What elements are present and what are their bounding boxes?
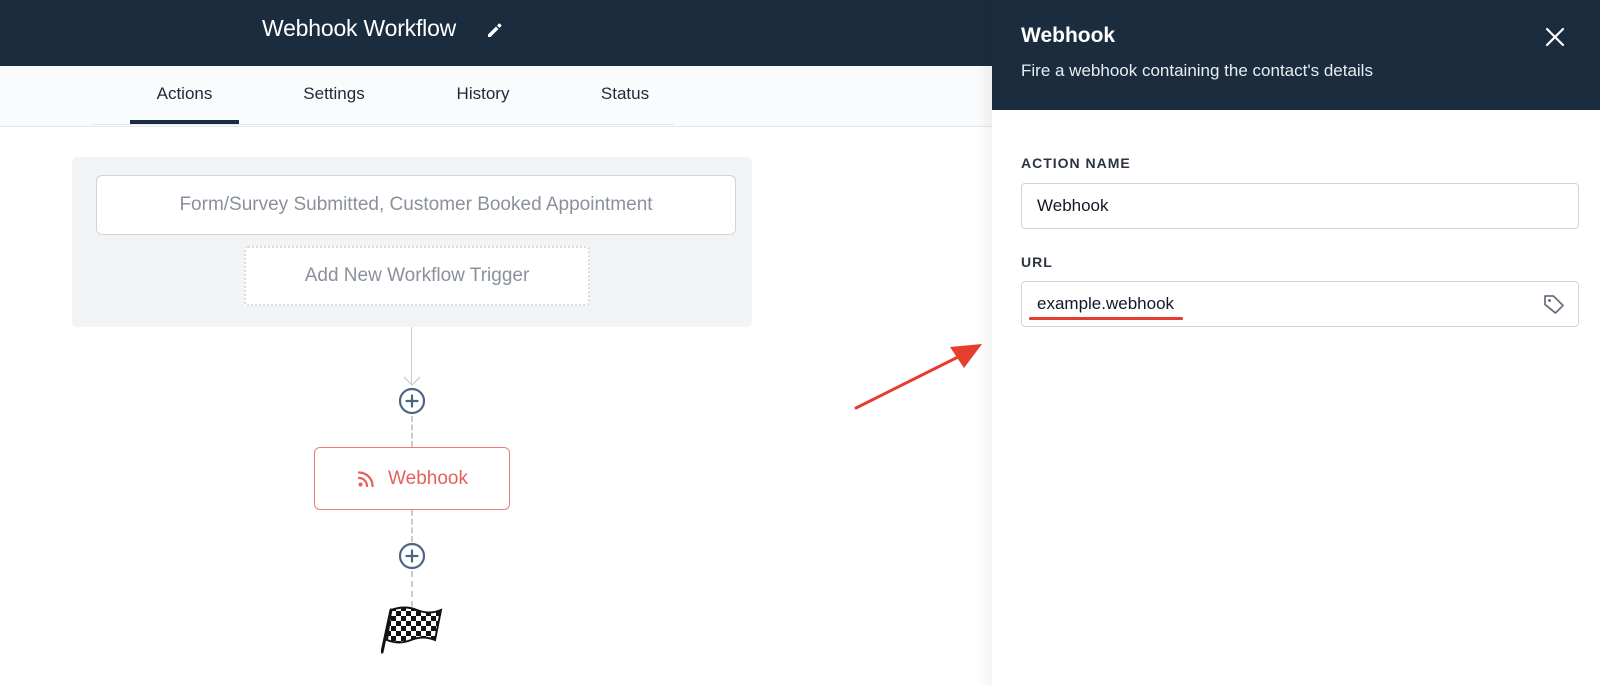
connector-dashed-line [411,416,413,447]
tab-actions[interactable]: Actions [130,66,239,124]
drawer-header [992,0,1600,110]
workflow-trigger[interactable]: Form/Survey Submitted, Customer Booked A… [96,175,736,235]
tab-status[interactable]: Status [594,66,656,124]
workflow-title: Webhook Workflow [262,15,457,41]
annotation-underline [1029,317,1183,320]
pencil-icon[interactable] [485,20,505,40]
url-label: URL [1021,254,1053,270]
close-icon[interactable] [1544,26,1566,48]
plus-circle-icon[interactable] [398,387,426,415]
webhook-node-label: Webhook [388,467,468,489]
connector-dashed-line [411,571,413,607]
action-name-input[interactable] [1021,183,1579,229]
webhook-action-node[interactable]: Webhook [314,447,510,510]
checkered-flag-icon [381,606,443,654]
connector-arrowhead [403,376,421,386]
tag-icon[interactable] [1542,292,1566,316]
plus-circle-icon[interactable] [398,542,426,570]
tab-history[interactable]: History [450,66,516,124]
connector-dashed-line [411,510,413,542]
rss-icon [357,470,374,487]
action-name-label: ACTION NAME [1021,155,1131,171]
webhook-drawer: Webhook Fire a webhook containing the co… [992,0,1600,686]
tab-settings[interactable]: Settings [296,66,372,124]
url-input[interactable] [1021,281,1579,327]
drawer-title: Webhook [1021,24,1116,47]
connector-line [411,327,412,383]
annotation-arrow [854,344,982,410]
add-trigger-button[interactable]: Add New Workflow Trigger [244,246,590,306]
drawer-subtitle: Fire a webhook containing the contact's … [1021,61,1373,80]
tab-divider [92,124,674,125]
